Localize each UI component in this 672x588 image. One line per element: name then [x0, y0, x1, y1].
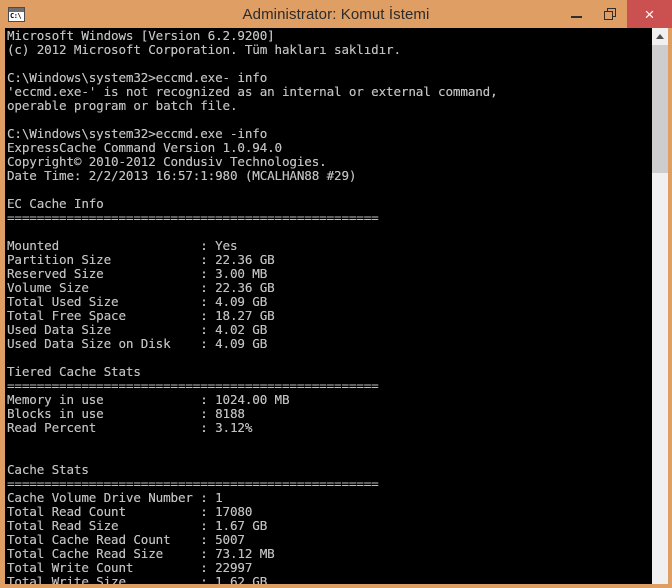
scrollbar-thumb[interactable] [652, 45, 668, 173]
console-line: Used Data Size on Disk : 4.09 GB [7, 336, 268, 351]
window-controls: × [559, 0, 672, 28]
console-surface[interactable]: Microsoft Windows [Version 6.2.9200] (c) … [5, 28, 668, 584]
console-line: Read Percent : 3.12% [7, 420, 253, 435]
console-line: ========================================… [7, 210, 379, 225]
console-line: operable program or batch file. [7, 98, 238, 113]
scroll-up-arrow-icon [656, 34, 664, 39]
minimize-button[interactable] [559, 0, 593, 28]
icon-prompt-text: C:\ [10, 11, 22, 20]
console-line: Cache Volume Drive Number : 1 [7, 490, 223, 505]
console-line: Total Read Size : 1.67 GB [7, 518, 268, 533]
restore-button[interactable] [593, 0, 627, 28]
console-line: (c) 2012 Microsoft Corporation. Tüm hakl… [7, 42, 401, 57]
console-line: C:\Windows\system32>eccmd.exe- info [7, 70, 268, 85]
close-icon: × [644, 4, 655, 24]
console-line: Copyright© 2010-2012 Condusiv Technologi… [7, 154, 327, 169]
console-line: Partition Size : 22.36 GB [7, 252, 275, 267]
console-line: Microsoft Windows [Version 6.2.9200] [7, 28, 275, 43]
close-button[interactable]: × [627, 0, 672, 28]
restore-icon [604, 8, 616, 20]
console-line: Total Write Size : 1.62 GB [7, 574, 268, 585]
console-line: Volume Size : 22.36 GB [7, 280, 275, 295]
minimize-icon [570, 16, 582, 18]
console-line: ========================================… [7, 476, 379, 491]
console-line: Total Cache Read Count : 5007 [7, 532, 245, 547]
command-prompt-window: C:\ Administrator: Komut İstemi × Micros… [0, 0, 672, 588]
cmd-prompt-icon: C:\ [8, 6, 25, 22]
console-line: Tiered Cache Stats [7, 364, 141, 379]
console-line: Total Cache Read Size : 73.12 MB [7, 546, 275, 561]
console-line: C:\Windows\system32>eccmd.exe -info [7, 126, 268, 141]
console-line: Cache Stats [7, 462, 89, 477]
console-line: Total Read Count : 17080 [7, 504, 253, 519]
restore-icon-front [604, 11, 613, 20]
scroll-up-button[interactable] [652, 28, 668, 45]
console-line: Total Write Count : 22997 [7, 560, 253, 575]
vertical-scrollbar[interactable] [651, 28, 668, 584]
console-line: Total Used Size : 4.09 GB [7, 294, 268, 309]
console-line: Date Time: 2/2/2013 16:57:1:980 (MCALHAN… [7, 168, 357, 183]
title-bar[interactable]: C:\ Administrator: Komut İstemi × [0, 0, 672, 28]
console-line: Memory in use : 1024.00 MB [7, 392, 290, 407]
console-line: Used Data Size : 4.02 GB [7, 322, 268, 337]
console-line: Total Free Space : 18.27 GB [7, 308, 275, 323]
console-line: Reserved Size : 3.00 MB [7, 266, 268, 281]
console-output[interactable]: Microsoft Windows [Version 6.2.9200] (c) … [5, 28, 651, 585]
console-line: ========================================… [7, 378, 379, 393]
console-line: 'eccmd.exe-' is not recognized as an int… [7, 84, 498, 99]
console-line: ExpressCache Command Version 1.0.94.0 [7, 140, 282, 155]
console-line: Mounted : Yes [7, 238, 238, 253]
console-line: EC Cache Info [7, 196, 104, 211]
console-line: Blocks in use : 8188 [7, 406, 245, 421]
console-area: Microsoft Windows [Version 6.2.9200] (c) … [0, 28, 672, 588]
